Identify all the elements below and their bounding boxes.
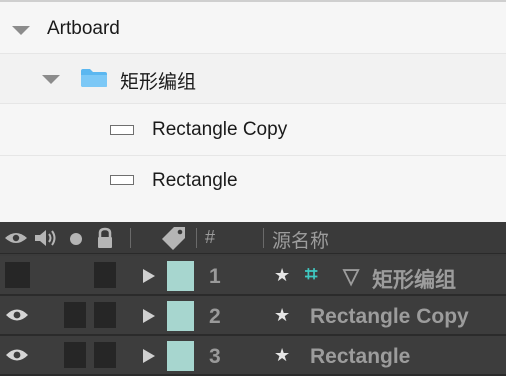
layer-name[interactable]: Rectangle <box>310 345 410 369</box>
visibility-toggle[interactable] <box>5 262 30 288</box>
layer-row[interactable]: 2 ★ Rectangle Copy <box>0 296 506 336</box>
eye-icon[interactable] <box>5 307 29 323</box>
shy-star-icon[interactable]: ★ <box>274 345 290 366</box>
tree-row-rectangle-copy[interactable]: Rectangle Copy <box>0 106 506 156</box>
column-header-source-name[interactable]: 源名称 <box>272 226 329 253</box>
expand-layer-icon[interactable] <box>143 349 155 363</box>
grid-hash-icon: ⌗ <box>305 261 318 286</box>
shy-star-icon[interactable]: ★ <box>274 265 290 286</box>
rectangle-shape-icon <box>110 175 134 185</box>
expand-layer-icon[interactable] <box>143 309 155 323</box>
timeline-layer-panel: # 源名称 1 ★ ⌗ ▽ 矩形编组 2 ★ Rectangle Copy 3 … <box>0 222 506 376</box>
tree-item-label: Rectangle Copy <box>152 119 288 140</box>
lock-toggle[interactable] <box>94 342 116 368</box>
label-tag-icon[interactable] <box>161 225 187 251</box>
solo-dot-icon[interactable] <box>69 232 83 246</box>
tree-item-label: Rectangle <box>152 170 238 191</box>
expand-triangle-icon[interactable] <box>12 26 30 35</box>
solo-toggle[interactable] <box>64 302 86 328</box>
timeline-header: # 源名称 <box>0 222 506 254</box>
layer-row[interactable]: 3 ★ Rectangle <box>0 336 506 376</box>
artboard-label: Artboard <box>47 18 120 39</box>
layer-row[interactable]: 1 ★ ⌗ ▽ 矩形编组 <box>0 256 506 296</box>
layer-tree-panel: Artboard 矩形编组 Rectangle Copy Rectangle <box>0 0 506 222</box>
lock-toggle[interactable] <box>94 302 116 328</box>
tree-row-artboard[interactable]: Artboard <box>0 4 506 54</box>
label-color-swatch[interactable] <box>167 341 194 371</box>
rectangle-shape-icon <box>110 125 134 135</box>
layer-name[interactable]: Rectangle Copy <box>310 305 469 329</box>
label-color-swatch[interactable] <box>167 261 194 291</box>
layer-number: 3 <box>209 345 221 368</box>
label-color-swatch[interactable] <box>167 301 194 331</box>
eye-icon[interactable] <box>4 231 28 245</box>
shy-star-icon[interactable]: ★ <box>274 305 290 326</box>
expand-triangle-icon[interactable] <box>42 75 60 84</box>
lock-icon[interactable] <box>96 227 114 249</box>
speaker-icon[interactable] <box>34 229 58 247</box>
column-header-number: # <box>205 227 216 247</box>
eye-icon[interactable] <box>5 347 29 363</box>
solo-toggle[interactable] <box>64 342 86 368</box>
group-triangle-icon: ▽ <box>343 265 360 288</box>
tree-row-rectangle[interactable]: Rectangle <box>0 158 506 208</box>
folder-icon <box>81 69 107 87</box>
column-divider <box>130 228 131 248</box>
column-divider <box>263 228 264 248</box>
lock-toggle[interactable] <box>94 262 116 288</box>
tree-row-group[interactable]: 矩形编组 <box>0 54 506 104</box>
layer-name[interactable]: 矩形编组 <box>372 264 456 294</box>
column-divider <box>196 228 197 248</box>
layer-number: 2 <box>209 305 221 328</box>
layer-number: 1 <box>209 265 221 288</box>
group-label: 矩形编组 <box>120 72 197 93</box>
expand-layer-icon[interactable] <box>143 269 155 283</box>
